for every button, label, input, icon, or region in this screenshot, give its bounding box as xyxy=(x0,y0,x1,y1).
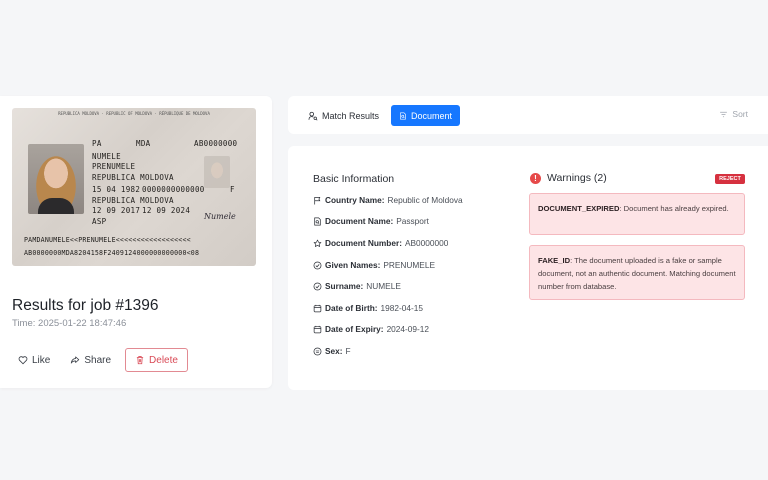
field-surname: Surname: NUMELE xyxy=(313,281,401,291)
field-date-of-birth: Date of Birth: 1982-04-15 xyxy=(313,303,423,313)
field-value: Passport xyxy=(396,216,429,226)
share-button[interactable]: Share xyxy=(64,348,117,372)
passport-birth-date: 15 04 1982 xyxy=(92,185,141,194)
calendar-icon xyxy=(313,304,322,312)
delete-label: Delete xyxy=(149,354,178,366)
field-value: NUMELE xyxy=(366,281,401,291)
trash-icon xyxy=(136,356,144,365)
field-value: AB0000000 xyxy=(404,238,449,248)
field-given-names: Given Names: PRENUMELE xyxy=(313,260,435,270)
field-value: F xyxy=(345,346,351,356)
warning-text: : Document has already expired. xyxy=(619,204,729,213)
delete-button[interactable]: Delete xyxy=(125,348,188,372)
passport-number: AB0000000 xyxy=(194,139,238,148)
warnings-title: ! Warnings (2) xyxy=(530,172,607,184)
warning-item: DOCUMENT_EXPIRED: Document has already e… xyxy=(529,193,745,235)
passport-mrz-line-1: PAMDANUMELE<<PRENUMELE<<<<<<<<<<<<<<<<<< xyxy=(24,236,191,244)
field-value: 1982-04-15 xyxy=(380,303,423,313)
passport-signature: Numele xyxy=(204,212,236,221)
job-actions: Like Share Delete xyxy=(12,348,188,372)
field-document-name: Document Name: Passport xyxy=(313,216,429,226)
document-search-icon xyxy=(314,216,321,226)
check-circle-icon xyxy=(313,282,322,290)
passport-mrz-line-2: AB0000000MDA8204158F2409124000000000000<… xyxy=(24,249,200,257)
basic-information-title: Basic Information xyxy=(313,173,395,185)
share-icon xyxy=(71,356,80,364)
tab-document-label: Document xyxy=(410,110,452,121)
document-info-card: Basic Information Country Name: Republic… xyxy=(288,146,768,390)
like-label: Like xyxy=(32,354,51,366)
job-card: REPUBLICA MOLDOVA · REPUBLIC OF MOLDOVA … xyxy=(0,96,272,388)
tab-match-results[interactable]: Match Results xyxy=(300,105,387,126)
heart-icon xyxy=(18,356,28,365)
passport-personal-no: 0000000000000 xyxy=(142,185,205,194)
tab-document[interactable]: Document xyxy=(391,105,460,126)
tab-match-results-label: Match Results xyxy=(322,110,380,121)
passport-nationality: REPUBLICA MOLDOVA xyxy=(92,173,174,182)
share-label: Share xyxy=(84,354,112,366)
passport-issue-date: 12 09 2017 xyxy=(92,206,141,215)
passport-photo xyxy=(28,144,84,214)
field-country-name: Country Name: Republic of Moldova xyxy=(313,195,463,205)
check-circle-icon xyxy=(313,261,322,269)
field-value: Republic of Moldova xyxy=(387,195,463,205)
filter-lines-icon xyxy=(720,111,728,117)
reject-badge: REJECT xyxy=(715,174,745,184)
document-search-icon xyxy=(400,111,406,120)
field-document-number: Document Number: AB0000000 xyxy=(313,238,448,248)
field-label: Given Names: xyxy=(325,260,381,270)
passport-surname: NUMELE xyxy=(92,152,121,161)
calendar-icon xyxy=(313,325,322,333)
field-label: Date of Birth: xyxy=(325,303,378,313)
passport-authority: ASP xyxy=(92,217,107,226)
job-title: Results for job #1396 xyxy=(12,297,159,314)
field-label: Country Name: xyxy=(325,195,385,205)
sort-button[interactable]: Sort xyxy=(719,109,748,119)
field-value: 2024-09-12 xyxy=(386,324,430,334)
field-label: Sex: xyxy=(325,346,343,356)
passport-expiry-date: 12 09 2024 xyxy=(142,206,191,215)
field-label: Document Name: xyxy=(325,216,394,226)
field-label: Surname: xyxy=(325,281,364,291)
field-label: Date of Expiry: xyxy=(325,324,384,334)
flag-icon xyxy=(314,196,321,204)
passport-code: MDA xyxy=(136,139,151,148)
exclamation-icon: ! xyxy=(530,172,541,184)
passport-sex: F xyxy=(230,185,235,194)
field-label: Document Number: xyxy=(325,238,402,248)
face-circle-icon xyxy=(313,347,322,355)
user-search-icon xyxy=(308,111,318,121)
like-button[interactable]: Like xyxy=(12,348,56,372)
star-icon xyxy=(313,239,322,247)
passport-nationality: REPUBLICA MOLDOVA xyxy=(92,196,174,205)
field-date-of-expiry: Date of Expiry: 2024-09-12 xyxy=(313,324,429,334)
results-tabs-bar: Match Results Document Sort xyxy=(288,96,768,134)
sort-label: Sort xyxy=(732,109,748,119)
warning-code: FAKE_ID xyxy=(538,256,571,265)
passport-ghost-photo xyxy=(204,156,230,188)
warning-item: FAKE_ID: The document uploaded is a fake… xyxy=(529,245,745,300)
passport-header: REPUBLICA MOLDOVA · REPUBLIC OF MOLDOVA … xyxy=(58,111,210,116)
job-time: Time: 2025-01-22 18:47:46 xyxy=(12,318,127,329)
warning-code: DOCUMENT_EXPIRED xyxy=(538,204,620,213)
field-sex: Sex: F xyxy=(313,346,351,356)
passport-type: PA xyxy=(92,139,102,148)
warnings-title-label: Warnings (2) xyxy=(547,172,607,184)
passport-image: REPUBLICA MOLDOVA · REPUBLIC OF MOLDOVA … xyxy=(12,108,256,266)
field-value: PRENUMELE xyxy=(383,260,435,270)
passport-given-names: PRENUMELE xyxy=(92,162,136,171)
